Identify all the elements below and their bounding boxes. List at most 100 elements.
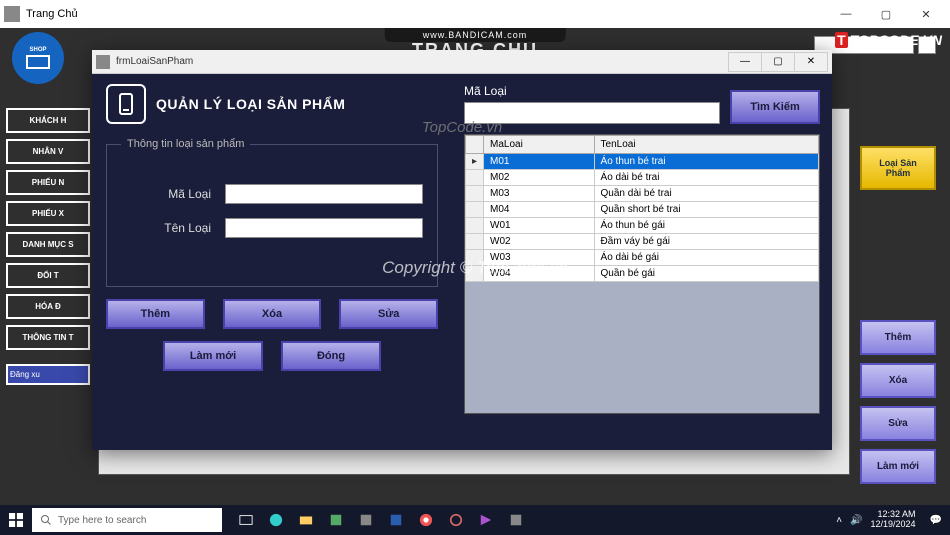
dialog-titlebar[interactable]: frmLoaiSanPham — ▢ ✕ [92, 50, 832, 74]
cell-maloai[interactable]: W04 [484, 266, 595, 282]
cell-tenloai[interactable]: Áo thun bé trai [594, 154, 818, 170]
row-indicator[interactable] [466, 170, 484, 186]
cell-maloai[interactable]: M03 [484, 186, 595, 202]
start-button[interactable] [0, 505, 32, 535]
cell-tenloai[interactable]: Áo dài bé gái [594, 250, 818, 266]
dialog-body: TopCode.vn QUẢN LÝ LOẠI SẢN PHẨM Thông t… [92, 74, 832, 450]
dialog-title: frmLoaiSanPham [116, 56, 729, 67]
row-indicator[interactable] [466, 250, 484, 266]
cell-maloai[interactable]: W02 [484, 234, 595, 250]
dialog-close-button[interactable]: ✕ [794, 52, 828, 72]
task-view-icon[interactable] [232, 505, 260, 535]
col-tenloai[interactable]: TenLoai [594, 136, 818, 154]
clock[interactable]: 12:32 AM 12/19/2024 [871, 510, 922, 530]
row-indicator[interactable]: ▸ [466, 154, 484, 170]
ten-loai-input[interactable] [225, 218, 423, 238]
sua-button[interactable]: Sửa [339, 299, 438, 329]
logout-button[interactable]: Đăng xu [6, 364, 90, 385]
cell-maloai[interactable]: M04 [484, 202, 595, 218]
col-maloai[interactable]: MaLoai [484, 136, 595, 154]
table-row[interactable]: ▸M01Áo thun bé trai [466, 154, 819, 170]
bandicam-watermark: www.BANDICAM.com [385, 28, 566, 42]
cell-maloai[interactable]: W01 [484, 218, 595, 234]
loai-san-pham-button[interactable]: Loại Sản Phẩm [860, 146, 936, 190]
edge-icon[interactable] [262, 505, 290, 535]
sidebar-item-hoadon[interactable]: HÓA Đ [6, 294, 90, 319]
right-sua-button[interactable]: Sửa [860, 406, 936, 441]
row-header-col[interactable] [466, 136, 484, 154]
sidebar-item-phieuxuat[interactable]: PHIẾU X [6, 201, 90, 226]
explorer-icon[interactable] [292, 505, 320, 535]
word-icon[interactable] [382, 505, 410, 535]
dialog-maximize-button[interactable]: ▢ [761, 52, 795, 72]
vs-icon[interactable] [472, 505, 500, 535]
cell-tenloai[interactable]: Quần bé gái [594, 266, 818, 282]
xoa-button[interactable]: Xóa [223, 299, 322, 329]
chrome-icon[interactable] [412, 505, 440, 535]
search-icon [40, 514, 52, 526]
row-indicator[interactable] [466, 234, 484, 250]
close-button[interactable]: ✕ [906, 2, 946, 26]
data-grid[interactable]: MaLoai TenLoai ▸M01Áo thun bé traiM02Áo … [464, 134, 820, 414]
maximize-button[interactable]: ▢ [866, 2, 906, 26]
cell-maloai[interactable]: W03 [484, 250, 595, 266]
dialog-right-panel: Mã Loại Tìm Kiếm MaLoai TenLoai ▸M01Áo t… [452, 74, 832, 450]
row-indicator[interactable] [466, 266, 484, 282]
cell-tenloai[interactable]: Đầm váy bé gái [594, 234, 818, 250]
table-row[interactable]: W01Áo thun bé gái [466, 218, 819, 234]
tray-chevron-icon[interactable]: ˄ [836, 515, 842, 526]
search-input[interactable] [464, 102, 720, 124]
table-row[interactable]: W02Đầm váy bé gái [466, 234, 819, 250]
store-icon [26, 55, 50, 69]
table-row[interactable]: W03Áo dài bé gái [466, 250, 819, 266]
sidebar-item-phieunhap[interactable]: PHIẾU N [6, 170, 90, 195]
notification-icon[interactable]: 💬 [930, 515, 942, 526]
right-them-button[interactable]: Thêm [860, 320, 936, 355]
cell-tenloai[interactable]: Quần dài bé trai [594, 186, 818, 202]
ten-loai-label: Tên Loại [121, 221, 211, 235]
dialog-icon [96, 55, 110, 69]
right-lammoi-button[interactable]: Làm mới [860, 449, 936, 484]
cell-maloai[interactable]: M02 [484, 170, 595, 186]
volume-icon[interactable]: 🔊 [850, 515, 862, 526]
right-panel: Loại Sản Phẩm Thêm Xóa Sửa Làm mới [860, 146, 936, 492]
minimize-button[interactable]: — [826, 2, 866, 26]
table-row[interactable]: M04Quần short bé trai [466, 202, 819, 218]
app-icon-3[interactable] [442, 505, 470, 535]
cell-maloai[interactable]: M01 [484, 154, 595, 170]
table-row[interactable]: M03Quần dài bé trai [466, 186, 819, 202]
search-label: Mã Loại [464, 84, 720, 98]
taskbar-pinned [232, 505, 530, 535]
row-indicator[interactable] [466, 218, 484, 234]
dialog-minimize-button[interactable]: — [728, 52, 762, 72]
sidebar-item-thongtin[interactable]: THÔNG TIN T [6, 325, 90, 350]
sidebar-item-khachhang[interactable]: KHÁCH H [6, 108, 90, 133]
table-row[interactable]: W04Quần bé gái [466, 266, 819, 282]
sidebar-item-doitra[interactable]: ĐỔI T [6, 263, 90, 288]
sidebar-item-danhmucsp[interactable]: DANH MỤC S [6, 232, 90, 257]
search-button[interactable]: Tìm Kiếm [730, 90, 820, 124]
cell-tenloai[interactable]: Quần short bé trai [594, 202, 818, 218]
running-app-icon[interactable] [502, 505, 530, 535]
row-indicator[interactable] [466, 202, 484, 218]
main-window-title: Trang Chủ [26, 8, 826, 20]
dialog-frm-loai-san-pham: frmLoaiSanPham — ▢ ✕ TopCode.vn QUẢN LÝ … [92, 50, 832, 450]
app-icon-2[interactable] [352, 505, 380, 535]
system-tray: ˄ 🔊 12:32 AM 12/19/2024 💬 [828, 510, 950, 530]
dialog-heading: QUẢN LÝ LOẠI SẢN PHẨM [106, 84, 438, 124]
dong-button[interactable]: Đóng [281, 341, 381, 371]
sidebar-item-nhanvien[interactable]: NHÂN V [6, 139, 90, 164]
lammoi-button[interactable]: Làm mới [163, 341, 263, 371]
app-icon-1[interactable] [322, 505, 350, 535]
them-button[interactable]: Thêm [106, 299, 205, 329]
sidebar: KHÁCH H NHÂN V PHIẾU N PHIẾU X DANH MỤC … [6, 108, 90, 385]
table-row[interactable]: M02Áo dài bé trai [466, 170, 819, 186]
taskbar-search[interactable]: Type here to search [32, 508, 222, 532]
app-icon [4, 6, 20, 22]
cell-tenloai[interactable]: Áo dài bé trai [594, 170, 818, 186]
row-indicator[interactable] [466, 186, 484, 202]
cell-tenloai[interactable]: Áo thun bé gái [594, 218, 818, 234]
dialog-heading-text: QUẢN LÝ LOẠI SẢN PHẨM [156, 96, 345, 112]
right-xoa-button[interactable]: Xóa [860, 363, 936, 398]
ma-loai-input[interactable] [225, 184, 423, 204]
